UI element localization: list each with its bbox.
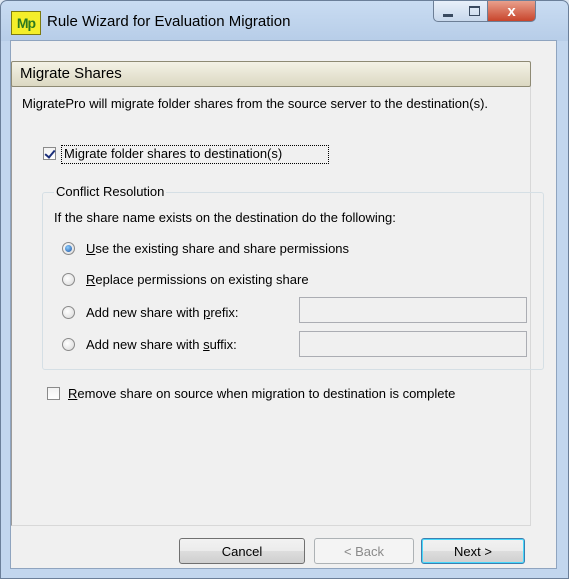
section-title: Migrate Shares	[20, 65, 122, 82]
maximize-icon	[468, 6, 480, 16]
replace-permissions-label[interactable]: Replace permissions on existing share	[86, 272, 309, 287]
add-suffix-label[interactable]: Add new share with suffix:	[86, 337, 237, 352]
close-button[interactable]: x	[488, 1, 536, 22]
remove-share-checkbox[interactable]	[47, 387, 60, 400]
add-suffix-radio[interactable]	[62, 338, 75, 351]
back-button[interactable]: < Back	[314, 538, 414, 564]
cancel-button[interactable]: Cancel	[179, 538, 305, 564]
suffix-input[interactable]	[299, 331, 527, 357]
app-logo-text: Mp	[16, 15, 36, 31]
window-title: Rule Wizard for Evaluation Migration	[47, 13, 291, 30]
close-icon: x	[507, 2, 516, 20]
minimize-icon	[442, 13, 453, 17]
replace-permissions-radio[interactable]	[62, 273, 75, 286]
app-logo-icon: Mp	[11, 11, 41, 35]
add-prefix-radio[interactable]	[62, 306, 75, 319]
section-description: MigratePro will migrate folder shares fr…	[22, 96, 489, 111]
conflict-instruction: If the share name exists on the destinat…	[54, 210, 396, 225]
title-bar[interactable]: Mp Rule Wizard for Evaluation Migration …	[1, 1, 568, 39]
remove-share-label[interactable]: Remove share on source when migration to…	[68, 386, 455, 401]
minimize-button[interactable]	[433, 1, 462, 22]
add-prefix-label[interactable]: Add new share with prefix:	[86, 305, 238, 320]
use-existing-share-radio[interactable]	[62, 242, 75, 255]
prefix-input[interactable]	[299, 297, 527, 323]
migrate-shares-label[interactable]: Migrate folder shares to destination(s)	[64, 146, 282, 161]
migrate-shares-checkbox[interactable]	[43, 147, 56, 160]
maximize-button[interactable]	[461, 1, 488, 22]
next-button[interactable]: Next >	[421, 538, 525, 564]
section-header: Migrate Shares	[11, 61, 531, 87]
conflict-resolution-legend: Conflict Resolution	[54, 184, 167, 199]
use-existing-share-label[interactable]: Use the existing share and share permiss…	[86, 241, 349, 256]
